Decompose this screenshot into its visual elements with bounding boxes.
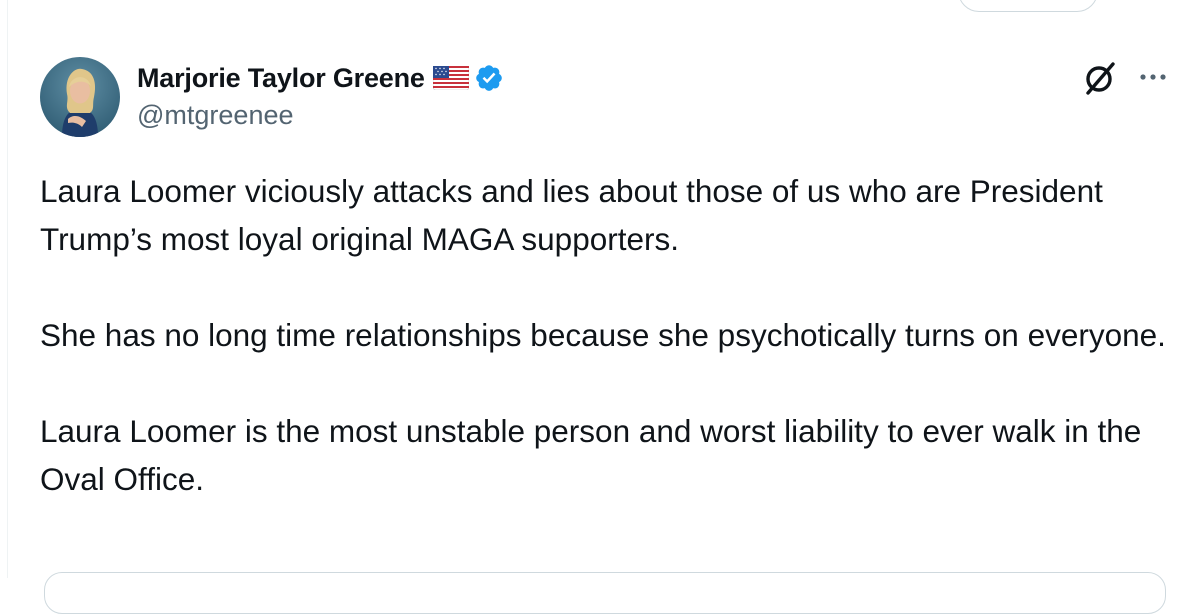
tweet-paragraph: Laura Loomer is the most unstable person… <box>40 413 1142 497</box>
embedded-card[interactable] <box>44 572 1166 614</box>
grok-icon[interactable] <box>1080 58 1120 98</box>
avatar-image <box>40 57 120 137</box>
author-display-name[interactable]: Marjorie Taylor Greene <box>137 63 425 94</box>
tweet-text: Laura Loomer viciously attacks and lies … <box>40 167 1190 503</box>
author-name-row: Marjorie Taylor Greene <box>137 60 504 96</box>
author-handle[interactable]: @mtgreenee <box>137 100 294 131</box>
tweet-paragraph: She has no long time relationships becau… <box>40 317 1166 353</box>
more-options-icon[interactable] <box>1136 66 1170 88</box>
us-flag-icon <box>432 65 470 91</box>
tweet: Marjorie Taylor Greene @mtgreenee Laura … <box>0 0 1204 578</box>
tweet-paragraph: Laura Loomer viciously attacks and lies … <box>40 173 1103 257</box>
verified-badge-icon[interactable] <box>474 63 504 93</box>
avatar[interactable] <box>40 57 120 137</box>
